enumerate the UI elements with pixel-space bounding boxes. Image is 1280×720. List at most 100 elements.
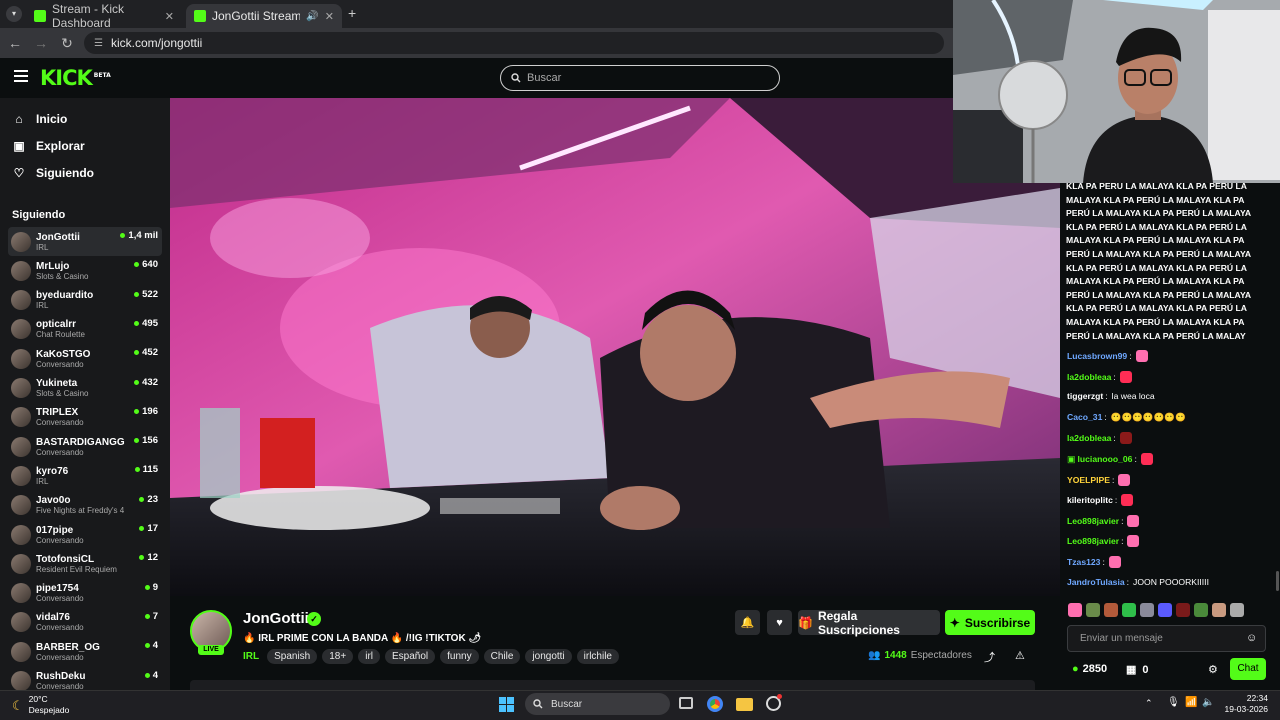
emote-icon[interactable] [1194,603,1208,617]
chat-username[interactable]: Lucasbrown99 [1067,351,1127,361]
gift-subs-button[interactable]: 🎁 Regala Suscripciones [798,609,940,637]
forward-arrow-icon[interactable]: → [28,35,54,51]
sidebar-channel-byeduardito[interactable]: byeduardito IRL 522 [8,286,162,315]
follow-heart-button[interactable]: ♥ [767,610,792,635]
chat-username[interactable]: Tzas123 [1067,557,1100,567]
emote-icon[interactable] [1230,603,1244,617]
kick-logo[interactable]: KICK BETA [40,66,111,90]
notification-bell-button[interactable]: 🔔 [735,610,760,635]
coins-count[interactable]: ▦ 0 [1126,663,1149,677]
chat-send-button[interactable]: Chat [1230,658,1266,680]
sidebar-channel-bastardigangg[interactable]: BASTARDIGANGG Conversando 156 [8,432,162,461]
channel-name: opticalrr [36,319,77,331]
temperature: 20°C [28,694,48,704]
chat-scrollbar[interactable] [1276,571,1279,591]
streamer-name[interactable]: JonGottii [243,610,309,627]
avatar [11,524,31,545]
new-tab-plus-icon[interactable]: + [348,5,356,21]
chat-username[interactable]: lucianooo_06 [1078,454,1133,464]
sidebar-channel-yukineta[interactable]: Yukineta Slots & Casino 432 [8,374,162,403]
chat-username[interactable]: tiggerzgt [1067,391,1103,401]
chat-username[interactable]: Leo898javier [1067,536,1119,546]
stream-tag[interactable]: irlchile [576,649,619,664]
stream-tag[interactable]: Spanish [267,649,318,664]
channel-viewers: 156 [134,435,158,446]
emote-icon[interactable] [1104,603,1118,617]
chat-username[interactable]: la2dobleaa [1067,433,1111,443]
emoji-picker-icon[interactable]: ☺ [1246,632,1257,644]
chrome-icon[interactable] [707,696,723,712]
file-explorer-icon[interactable] [736,698,753,711]
tab-list-icon[interactable]: ▾ [6,6,22,22]
subscribe-button[interactable]: ✦ Suscribirse [945,610,1035,635]
menu-hamburger-icon[interactable] [14,70,28,82]
chat-message-input[interactable]: Enviar un mensaje [1067,625,1266,652]
sidebar-item-siguiendo[interactable]: ♡ Siguiendo [12,166,94,180]
sidebar-channel-kyro76[interactable]: kyro76 IRL 115 [8,461,162,490]
stream-tag[interactable]: jongotti [525,649,572,664]
emote-icon[interactable] [1212,603,1226,617]
sidebar-channel-barber_og[interactable]: BARBER_OG Conversando 4 [8,637,162,666]
stream-tag[interactable]: Chile [483,649,521,664]
chat-settings-gear-icon[interactable]: ⚙ [1208,663,1218,676]
sidebar-channel-pipe1754[interactable]: pipe1754 Conversando 9 [8,579,162,608]
speaker-icon[interactable]: 🔊 [306,11,318,22]
sidebar-channel-totofonsicl[interactable]: TotofonsiCL Resident Evil Requiem 12 [8,549,162,578]
chat-username[interactable]: JandroTulasia [1067,577,1125,587]
back-arrow-icon[interactable]: ← [2,35,28,51]
stream-tag[interactable]: irl [358,649,380,664]
weather-widget[interactable]: ☾ 20°C Despejado [12,694,69,716]
share-icon[interactable]: ⤴ [984,649,995,665]
channel-points[interactable]: ● 2850 [1072,663,1107,675]
site-info-icon[interactable]: ☰ [94,38,103,49]
sidebar-channel-opticalrr[interactable]: opticalrr Chat Roulette 495 [8,315,162,344]
tab-jongottii-stream[interactable]: JonGottii Stream - Watch L 🔊 ✕ [186,4,342,28]
close-icon[interactable]: ✕ [325,10,334,23]
emote-icon[interactable] [1158,603,1172,617]
sidebar-channel-kakostgo[interactable]: KaKoSTGO Conversando 452 [8,344,162,373]
kick-favicon-icon [194,10,206,22]
emote-icon[interactable] [1068,603,1082,617]
sidebar-item-explorar[interactable]: ▣ Explorar [12,139,84,153]
sidebar-item-inicio[interactable]: ⌂ Inicio [12,112,67,126]
video-player[interactable] [170,98,1060,596]
chat-message: Leo898javier: [1067,514,1140,527]
sidebar-channel-vidal76[interactable]: vidal76 Conversando 7 [8,608,162,637]
stream-tag[interactable]: 18+ [322,649,354,664]
emote-icon[interactable] [1140,603,1154,617]
emote-icon[interactable] [1086,603,1100,617]
chat-username[interactable]: kileritoplitc [1067,495,1113,505]
microphone-icon[interactable]: 🎙 [1167,697,1180,708]
emote-icon[interactable] [1122,603,1136,617]
reload-icon[interactable]: ↻ [54,35,80,52]
stream-tag[interactable]: Español [385,649,436,664]
close-icon[interactable]: ✕ [165,10,174,23]
taskbar-search[interactable]: Buscar [525,693,670,715]
wifi-icon[interactable]: 📶 [1185,697,1197,708]
stream-tag[interactable]: funny [440,649,479,664]
tab-label: Stream - Kick Dashboard [52,2,125,30]
chat-username[interactable]: Leo898javier [1067,516,1119,526]
report-warning-icon[interactable]: ⚠ [1015,649,1025,662]
sidebar-channel-triplex[interactable]: TRIPLEX Conversando 196 [8,403,162,432]
emote-icon[interactable] [1176,603,1190,617]
viewer-value: 17 [147,523,158,534]
category-link[interactable]: IRL [243,651,259,662]
taskbar-clock[interactable]: 22:34 19-03-2026 [1222,693,1268,715]
chat-spam-line: MALAYA KLA PA PERÚ LA MALAYA KLA PA [1066,276,1245,287]
tab-kick-dashboard[interactable]: Stream - Kick Dashboard ✕ [26,2,182,30]
windows-start-icon[interactable] [499,697,514,712]
sidebar-channel-javo0o[interactable]: Javo0o Five Nights at Freddy's 4 23 [8,491,162,520]
live-dot-icon [139,555,145,561]
sidebar-channel-jongottii[interactable]: JonGottii IRL 1,4 mil [8,227,162,256]
task-view-icon[interactable] [679,697,693,709]
chat-username[interactable]: YOELPIPE [1067,475,1110,485]
volume-icon[interactable]: 🔈 [1202,697,1214,708]
sidebar-channel-mrlujo[interactable]: MrLujo Slots & Casino 640 [8,256,162,285]
chat-username[interactable]: la2dobleaa [1067,372,1111,382]
url-field[interactable]: ☰ kick.com/jongottii [84,32,944,54]
tray-chevron-up-icon[interactable]: ⌃ [1145,698,1153,709]
sidebar-channel-017pipe[interactable]: 017pipe Conversando 17 [8,520,162,549]
chat-username[interactable]: Caco_31 [1067,412,1102,422]
search-input[interactable]: Buscar [500,65,780,91]
